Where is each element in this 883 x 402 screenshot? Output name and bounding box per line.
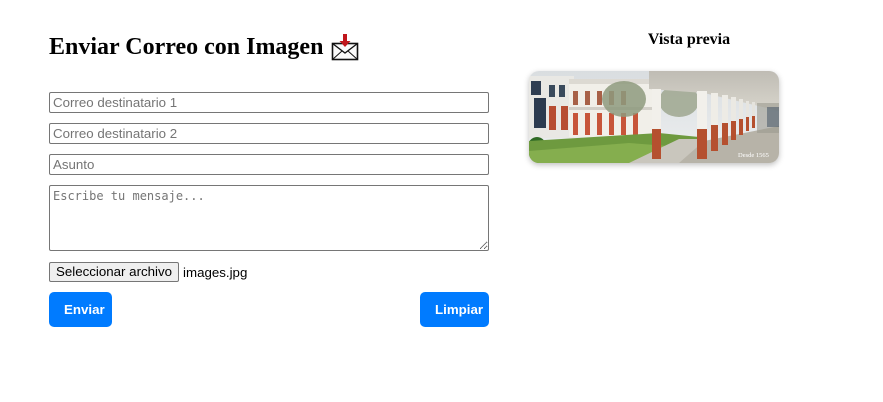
preview-image: Desde 1565 (529, 71, 779, 163)
choose-file-button[interactable]: Seleccionar archivo (49, 262, 180, 282)
page-title-text: Enviar Correo con Imagen (49, 33, 324, 60)
subject-input[interactable] (49, 154, 489, 175)
file-picker: Seleccionar archivo images.jpg (49, 262, 247, 282)
preview-title: Vista previa (647, 31, 731, 48)
send-button[interactable]: Enviar (49, 292, 112, 327)
incoming-envelope-icon (331, 33, 359, 61)
recipient-2-input[interactable] (49, 123, 489, 144)
recipient-1-input[interactable] (49, 92, 489, 113)
selected-file-name: images.jpg (183, 264, 248, 280)
clear-button[interactable]: Limpiar (420, 292, 489, 327)
message-textarea[interactable] (49, 185, 489, 251)
page-title: Enviar Correo con Imagen (49, 33, 359, 61)
preview-image-caption: Desde 1565 (738, 152, 769, 159)
